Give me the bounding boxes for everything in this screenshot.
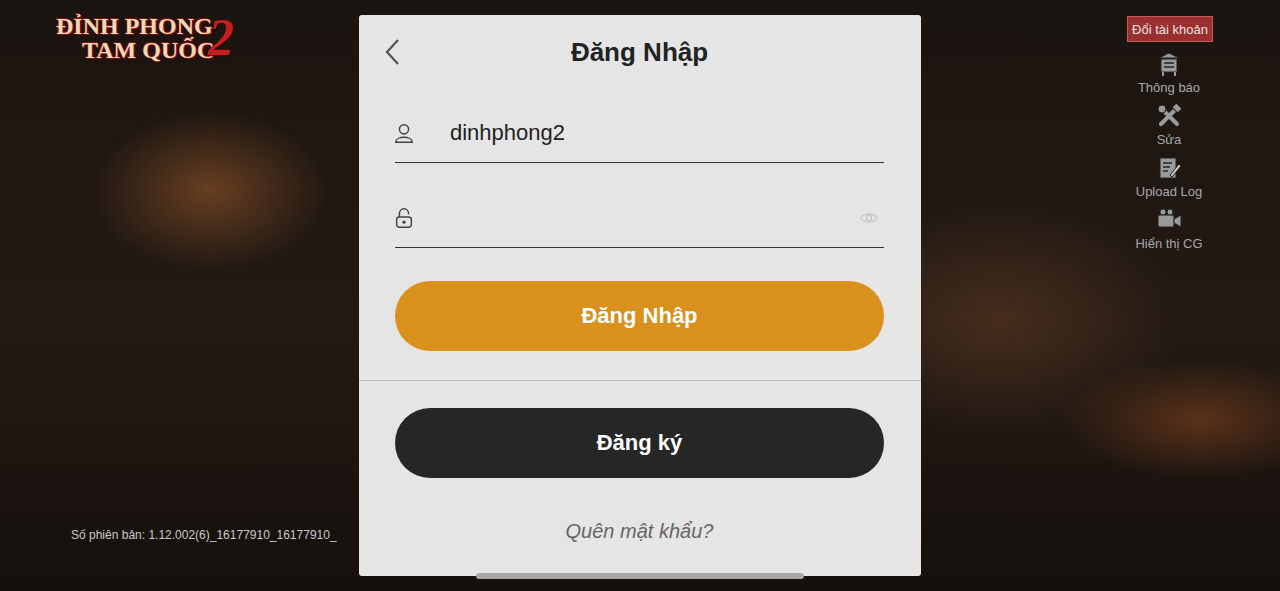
side-menu-label: Sửa bbox=[1157, 132, 1182, 147]
side-menu-item[interactable]: Sửa bbox=[1155, 102, 1183, 147]
logo-title-line1: ĐỈNH PHONG bbox=[56, 14, 214, 38]
login-dialog: Đăng Nhập Đăng Nhập Đăng ký Quên mật khẩu? bbox=[359, 15, 921, 576]
home-indicator bbox=[476, 573, 804, 579]
dialog-title: Đăng Nhập bbox=[571, 37, 708, 68]
username-input[interactable] bbox=[450, 116, 884, 150]
game-login-screen: ĐỈNH PHONGTAM QUỐC2 Số phiên bản: 1.12.00… bbox=[0, 0, 1280, 591]
game-logo: ĐỈNH PHONGTAM QUỐC2 bbox=[56, 12, 234, 64]
logo-number: 2 bbox=[208, 12, 234, 64]
side-menu-label: Upload Log bbox=[1136, 184, 1203, 199]
logo-title-line2: TAM QUỐC bbox=[56, 38, 214, 62]
register-button[interactable]: Đăng ký bbox=[395, 408, 884, 478]
side-menu-item[interactable]: Thông báo bbox=[1138, 50, 1200, 95]
log-document-icon bbox=[1155, 154, 1183, 182]
side-menu-label: Hiển thị CG bbox=[1135, 236, 1202, 251]
switch-account-button[interactable]: Đổi tài khoản bbox=[1127, 16, 1213, 42]
lock-icon bbox=[393, 207, 415, 229]
notice-board-icon bbox=[1155, 50, 1183, 78]
side-menu: Đổi tài khoản Thông báo Sửa Upload Log Hiển … bbox=[1114, 16, 1224, 258]
login-button[interactable]: Đăng Nhập bbox=[395, 281, 884, 351]
forgot-password-link[interactable]: Quên mật khẩu? bbox=[395, 517, 884, 545]
side-menu-item[interactable]: Hiển thị CG bbox=[1135, 206, 1202, 251]
username-field[interactable] bbox=[395, 103, 884, 163]
tools-icon bbox=[1155, 102, 1183, 130]
version-label: Số phiên bản: 1.12.002(6)_16177910_16177… bbox=[71, 528, 337, 542]
back-chevron-icon[interactable] bbox=[383, 37, 403, 67]
eye-icon[interactable] bbox=[860, 212, 878, 224]
side-menu-label: Thông báo bbox=[1138, 80, 1200, 95]
user-icon bbox=[393, 122, 415, 144]
dialog-header: Đăng Nhập bbox=[395, 15, 884, 89]
side-menu-item[interactable]: Upload Log bbox=[1136, 154, 1203, 199]
password-input[interactable] bbox=[450, 201, 860, 235]
divider bbox=[359, 380, 921, 381]
camera-icon bbox=[1155, 206, 1183, 234]
password-field[interactable] bbox=[395, 188, 884, 248]
